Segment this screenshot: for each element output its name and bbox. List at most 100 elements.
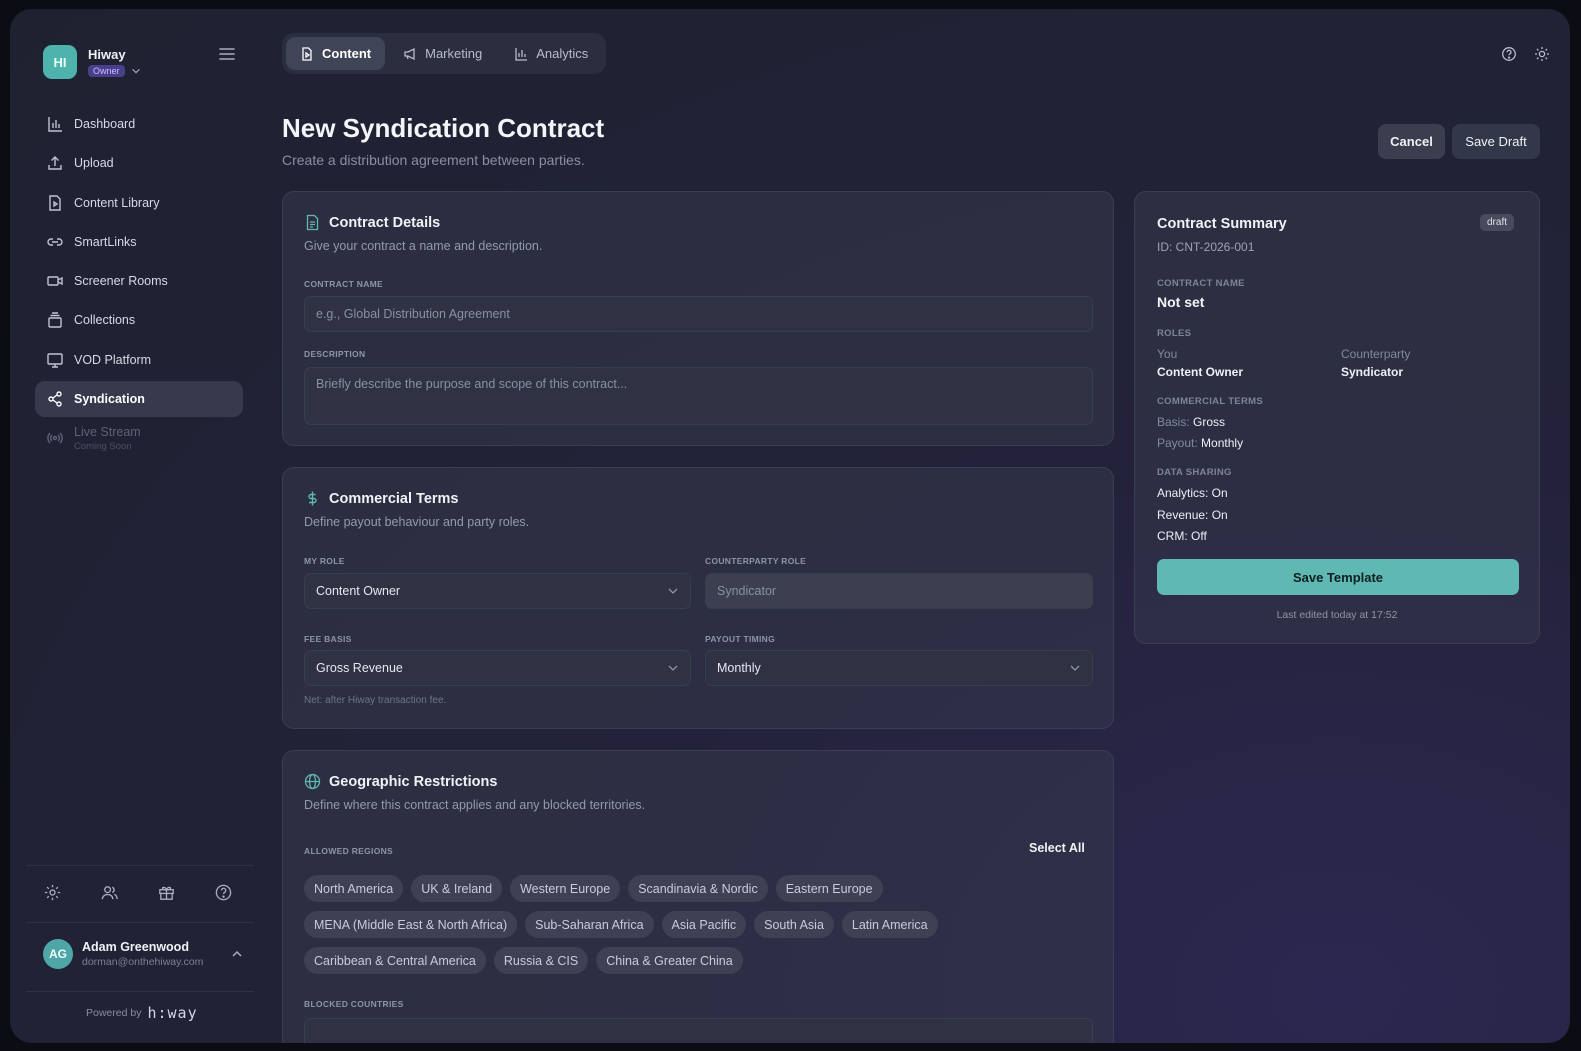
sidebar-item-syndication[interactable]: Syndication: [35, 381, 243, 418]
sidebar-item-screener-rooms[interactable]: Screener Rooms: [35, 263, 243, 299]
chevron-down-icon: [1070, 665, 1080, 671]
chevron-up-icon: [232, 950, 242, 957]
basis-row: Basis: Gross: [1157, 415, 1225, 429]
region-chip[interactable]: North America: [304, 875, 404, 902]
file-video-icon: [49, 194, 61, 211]
region-chip[interactable]: UK & Ireland: [411, 875, 503, 902]
workspace-switcher[interactable]: HI Hiway Owner: [43, 45, 141, 79]
top-right-actions: [1501, 46, 1550, 62]
basis-label: Basis:: [1157, 415, 1190, 429]
sidebar-item-collections[interactable]: Collections: [35, 302, 243, 338]
counterparty-label: Counterparty: [1341, 347, 1411, 361]
payout-timing-select[interactable]: Monthly: [705, 650, 1093, 686]
megaphone-icon: [404, 47, 415, 60]
tab-marketing[interactable]: Marketing: [389, 37, 496, 70]
fee-basis-select[interactable]: Gross Revenue: [304, 650, 691, 686]
region-chip[interactable]: Scandinavia & Nordic: [628, 875, 768, 902]
sidebar-item-smartlinks[interactable]: SmartLinks: [35, 224, 243, 260]
region-chip[interactable]: South Asia: [754, 911, 834, 938]
menu-icon[interactable]: [218, 46, 236, 62]
payout-row: Payout: Monthly: [1157, 436, 1243, 450]
bar-chart-icon: [48, 117, 62, 132]
card-title-text: Commercial Terms: [329, 490, 459, 507]
contract-name-label: CONTRACT NAME: [304, 279, 383, 289]
payout-timing-value: Monthly: [717, 661, 761, 675]
sun-icon[interactable]: [1534, 46, 1550, 62]
region-chip[interactable]: Eastern Europe: [775, 875, 883, 902]
commercial-terms-card: Commercial Terms Define payout behaviour…: [282, 467, 1114, 729]
sidebar-item-label: Syndication: [74, 392, 145, 407]
region-chips: North America UK & Ireland Western Europe S…: [304, 875, 1104, 983]
gear-icon[interactable]: [43, 883, 62, 902]
share-icon: [48, 391, 62, 407]
blocked-countries-input[interactable]: [304, 1018, 1093, 1043]
region-chip[interactable]: MENA (Middle East & North Africa): [304, 911, 518, 938]
sidebar-item-vod-platform[interactable]: VOD Platform: [35, 342, 243, 378]
users-icon[interactable]: [100, 883, 119, 902]
region-chip[interactable]: Russia & CIS: [493, 947, 589, 974]
save-draft-button[interactable]: Save Draft: [1452, 124, 1540, 159]
divider: [26, 991, 254, 992]
summary-roles-label: ROLES: [1157, 328, 1192, 339]
sidebar-item-upload[interactable]: Upload: [35, 145, 243, 181]
my-role-value: Content Owner: [316, 584, 401, 598]
file-icon: [302, 46, 312, 61]
allowed-regions-label: ALLOWED REGIONS: [304, 846, 394, 856]
sidebar-item-label: Live Stream: [74, 424, 141, 439]
chip-row: North America UK & Ireland Western Europe S…: [304, 875, 1104, 902]
sidebar-item-dashboard[interactable]: Dashboard: [35, 106, 243, 142]
page-subtitle: Create a distribution agreement between …: [282, 152, 585, 168]
divider: [26, 922, 254, 923]
card-title: Commercial Terms: [304, 490, 458, 507]
upload-icon: [48, 156, 62, 170]
page-title: New Syndication Contract: [282, 113, 605, 143]
you-label: You: [1157, 347, 1178, 361]
region-chip[interactable]: Western Europe: [510, 875, 621, 902]
help-icon[interactable]: [214, 883, 233, 902]
sidebar-item-label: Upload: [74, 156, 114, 171]
user-name: Adam Greenwood: [82, 940, 189, 954]
card-title-text: Geographic Restrictions: [329, 773, 498, 790]
crm-sharing: CRM: Off: [1157, 529, 1207, 543]
last-edited-text: Last edited today at 17:52: [1276, 609, 1398, 621]
fee-basis-value: Gross Revenue: [316, 661, 403, 675]
analytics-sharing: Analytics: On: [1157, 486, 1228, 500]
contract-details-card: Contract Details Give your contract a na…: [282, 191, 1114, 446]
tab-analytics[interactable]: Analytics: [500, 37, 602, 70]
save-template-button[interactable]: Save Template: [1157, 559, 1519, 595]
avatar: AG: [43, 939, 73, 969]
tab-label: Marketing: [425, 46, 483, 61]
description-textarea[interactable]: [304, 367, 1093, 425]
sidebar-item-live-stream: Live Stream Coming Soon: [35, 420, 243, 456]
dollar-icon: [308, 491, 317, 506]
help-icon[interactable]: [1501, 46, 1517, 62]
region-chip[interactable]: China & Greater China: [596, 947, 743, 974]
sidebar-item-label: Content Library: [74, 195, 160, 210]
sidebar: HI Hiway Owner Dashboard Upload Content …: [10, 9, 266, 1043]
region-chip[interactable]: Asia Pacific: [661, 911, 747, 938]
role-badge: Owner: [88, 65, 125, 77]
tab-content[interactable]: Content: [286, 37, 386, 70]
sidebar-item-content-library[interactable]: Content Library: [35, 185, 243, 221]
region-chip[interactable]: Sub-Saharan Africa: [525, 911, 654, 938]
my-role-select[interactable]: Content Owner: [304, 573, 691, 609]
fee-hint: Net: after Hiway transaction fee.: [304, 695, 447, 706]
cancel-button[interactable]: Cancel: [1378, 124, 1445, 159]
select-all-button[interactable]: Select All: [1029, 841, 1085, 855]
region-chip[interactable]: Latin America: [841, 911, 938, 938]
bar-chart-icon: [515, 47, 528, 61]
summary-sharing-label: DATA SHARING: [1157, 467, 1232, 478]
summary-name-value: Not set: [1157, 294, 1205, 310]
region-chip[interactable]: Caribbean & Central America: [304, 947, 486, 974]
coming-soon-label: Coming Soon: [74, 440, 132, 452]
blocked-countries-label: BLOCKED COUNTRIES: [304, 999, 404, 1009]
contract-name-input[interactable]: [304, 296, 1093, 332]
payout-label: Payout:: [1157, 436, 1198, 450]
top-tabs: Content Marketing Analytics: [282, 33, 607, 74]
workspace-name: Hiway: [88, 47, 126, 62]
chevron-down-icon: [668, 588, 678, 594]
basis-value: Gross: [1193, 415, 1226, 429]
gift-icon[interactable]: [157, 883, 176, 902]
card-title: Geographic Restrictions: [304, 773, 497, 790]
user-menu[interactable]: AG Adam Greenwood dorman@onthehiway.com: [43, 939, 243, 969]
